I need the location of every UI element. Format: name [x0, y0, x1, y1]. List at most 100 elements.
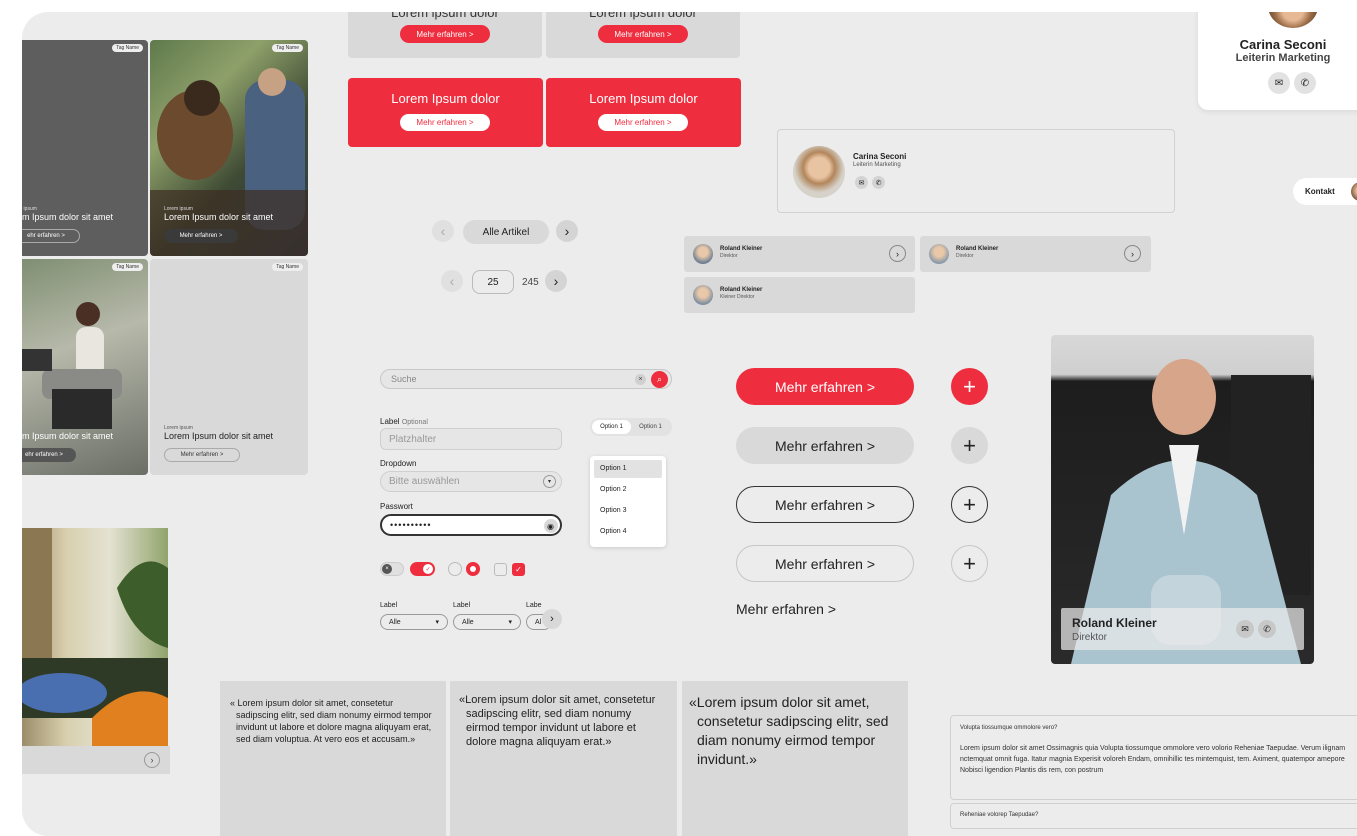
card-title: Lorem Ipsum dolor sit amet	[164, 212, 274, 222]
promo-title: Lorem Ipsum dolor	[391, 91, 500, 106]
contact-role: Leiterin Marketing	[1235, 52, 1331, 64]
promo-button[interactable]: Mehr erfahren >	[400, 25, 490, 43]
toggle-off[interactable]: ×	[380, 562, 404, 576]
secondary-button[interactable]: Mehr erfahren >	[736, 427, 914, 464]
person-row[interactable]: Roland Kleiner Direktor ›	[684, 236, 915, 272]
faq-accordion-collapsed[interactable]: Reheniae volorep Taepudae?	[950, 803, 1357, 829]
prev-page-button[interactable]: ‹	[441, 270, 463, 292]
card-button[interactable]: Mehr erfahren >	[164, 229, 238, 243]
prev-button[interactable]: ‹	[432, 220, 454, 242]
person-arrow-button[interactable]: ›	[1124, 245, 1141, 262]
phone-icon[interactable]: ✆	[1258, 620, 1276, 638]
person-arrow-button[interactable]: ›	[889, 245, 906, 262]
search-icon[interactable]: ⌕	[651, 371, 668, 388]
card-button[interactable]: Mehr erfahren >	[164, 448, 240, 462]
faq-answer: Lorem ipsum dolor sit amet Ossimagnis qu…	[960, 745, 1346, 774]
tag-badge: Tag Name	[272, 263, 303, 271]
segment-option[interactable]: Option 1	[592, 420, 631, 434]
promo-card-red-1: Lorem Ipsum dolor Mehr erfahren >	[348, 78, 543, 147]
card-button[interactable]: ehr erfahren >	[22, 229, 80, 243]
plus-icon-outline[interactable]: +	[951, 486, 988, 523]
promo-button[interactable]: Mehr erfahren >	[598, 25, 688, 43]
filter-select[interactable]: Alle ▾	[380, 614, 448, 630]
plus-icon-primary[interactable]: +	[951, 368, 988, 405]
checkbox-unchecked[interactable]	[494, 563, 507, 576]
card-dog-photo[interactable]: Tag Name Lorem ipsum Lorem Ipsum dolor s…	[150, 40, 308, 256]
filter-select[interactable]: Alle ▾	[453, 614, 521, 630]
segment-option[interactable]: Option 1	[631, 420, 670, 434]
avatar	[693, 244, 713, 264]
contact-name: Carina Seconi	[853, 152, 907, 161]
toggle-knob: ✓	[423, 564, 433, 574]
filter-next-button[interactable]: ›	[542, 609, 562, 629]
photo-illustration	[150, 68, 308, 256]
quote-text: «Lorem ipsum dolor sit amet, consetetur …	[459, 694, 656, 748]
card-title: m Ipsum dolor sit amet	[22, 212, 114, 222]
next-button[interactable]: ›	[556, 220, 578, 242]
clear-icon[interactable]: ×	[635, 374, 646, 385]
avatar	[929, 244, 949, 264]
card-light[interactable]: Tag Name Lorem ipsum Lorem Ipsum dolor s…	[150, 259, 308, 475]
quote-card-small: « Lorem ipsum dolor sit amet, consetetur…	[220, 681, 446, 836]
segmented-control: Option 1 Option 1	[590, 418, 672, 436]
person-row[interactable]: Roland Kleiner Direktor ›	[920, 236, 1151, 272]
phone-icon[interactable]: ✆	[872, 176, 885, 189]
primary-button[interactable]: Mehr erfahren >	[736, 368, 914, 405]
eye-icon[interactable]: ◉	[544, 519, 558, 533]
kontakt-tab[interactable]: Kontakt	[1293, 178, 1357, 205]
card-button[interactable]: ehr erfahren >	[22, 448, 76, 462]
contact-popover: Carina Seconi Leiterin Marketing ✉ ✆	[1198, 12, 1357, 110]
dropdown-option[interactable]: Option 2	[594, 481, 662, 499]
text-link-button[interactable]: Mehr erfahren >	[736, 601, 836, 617]
faq-question[interactable]: Volupta tiossumque ommolore vero?	[960, 725, 1357, 731]
dropdown-option[interactable]: Option 4	[594, 523, 662, 541]
mail-icon[interactable]: ✉	[855, 176, 868, 189]
avatar	[1351, 182, 1357, 201]
gallery-next-button[interactable]: ›	[144, 752, 160, 768]
portrait-card: Roland Kleiner Direktor ✉ ✆	[1051, 335, 1314, 664]
portrait-name: Roland Kleiner	[1072, 616, 1157, 630]
dropdown-option[interactable]: Option 3	[594, 502, 662, 520]
radio-checked[interactable]	[466, 562, 480, 576]
next-page-button[interactable]: ›	[545, 270, 567, 292]
contact-role: Leiterin Marketing	[853, 162, 901, 168]
all-articles-button[interactable]: Alle Artikel	[463, 220, 549, 244]
mail-icon[interactable]: ✉	[1236, 620, 1254, 638]
person-name: Roland Kleiner	[720, 246, 763, 252]
promo-title: Lorem ipsum dolor	[391, 12, 499, 20]
promo-button[interactable]: Mehr erfahren >	[598, 114, 688, 131]
avatar	[1268, 12, 1318, 28]
outline-light-button[interactable]: Mehr erfahren >	[736, 545, 914, 582]
quote-text: « Lorem ipsum dolor sit amet, consetetur…	[230, 698, 432, 744]
card-dark[interactable]: Tag Name Lorem ipsum m Ipsum dolor sit a…	[22, 40, 148, 256]
toggle-knob: ×	[382, 564, 392, 574]
tag-badge: Tag Name	[112, 263, 143, 271]
outline-button[interactable]: Mehr erfahren >	[736, 486, 914, 523]
phone-icon[interactable]: ✆	[1294, 72, 1316, 94]
promo-button[interactable]: Mehr erfahren >	[400, 114, 490, 131]
portrait-caption: Roland Kleiner Direktor ✉ ✆	[1061, 608, 1304, 650]
avatar	[793, 146, 845, 198]
plus-icon-light[interactable]: +	[951, 545, 988, 582]
text-input[interactable]: Platzhalter	[380, 428, 562, 450]
radio-unchecked[interactable]	[448, 562, 462, 576]
checkbox-checked[interactable]: ✓	[512, 563, 525, 576]
dropdown-label: Dropdown	[380, 459, 417, 468]
contact-name: Carina Seconi	[1239, 37, 1327, 52]
design-board: Tag Name Lorem ipsum m Ipsum dolor sit a…	[22, 12, 1357, 836]
person-role: Direktor	[956, 253, 974, 259]
search-bar[interactable]: Suche × ⌕	[380, 369, 672, 389]
avatar	[693, 285, 713, 305]
mail-icon[interactable]: ✉	[1268, 72, 1290, 94]
card-woman-photo[interactable]: Tag Name m Ipsum dolor sit amet ehr erfa…	[22, 259, 148, 475]
toggle-on[interactable]: ✓	[410, 562, 435, 576]
page-input[interactable]: 25	[472, 270, 514, 294]
plus-icon-secondary[interactable]: +	[951, 427, 988, 464]
promo-title: Lorem Ipsum dolor	[589, 91, 698, 106]
password-input[interactable]: •••••••••• ◉	[380, 514, 562, 536]
person-row[interactable]: Roland Kleiner Kleiner Direktor	[684, 277, 915, 313]
password-label: Passwort	[380, 502, 413, 511]
promo-card-grey-2: Lorem ipsum dolor Mehr erfahren >	[546, 12, 740, 58]
dropdown-option[interactable]: Option 1	[594, 460, 662, 478]
dropdown-select[interactable]: Bitte auswählen ▾	[380, 471, 562, 492]
